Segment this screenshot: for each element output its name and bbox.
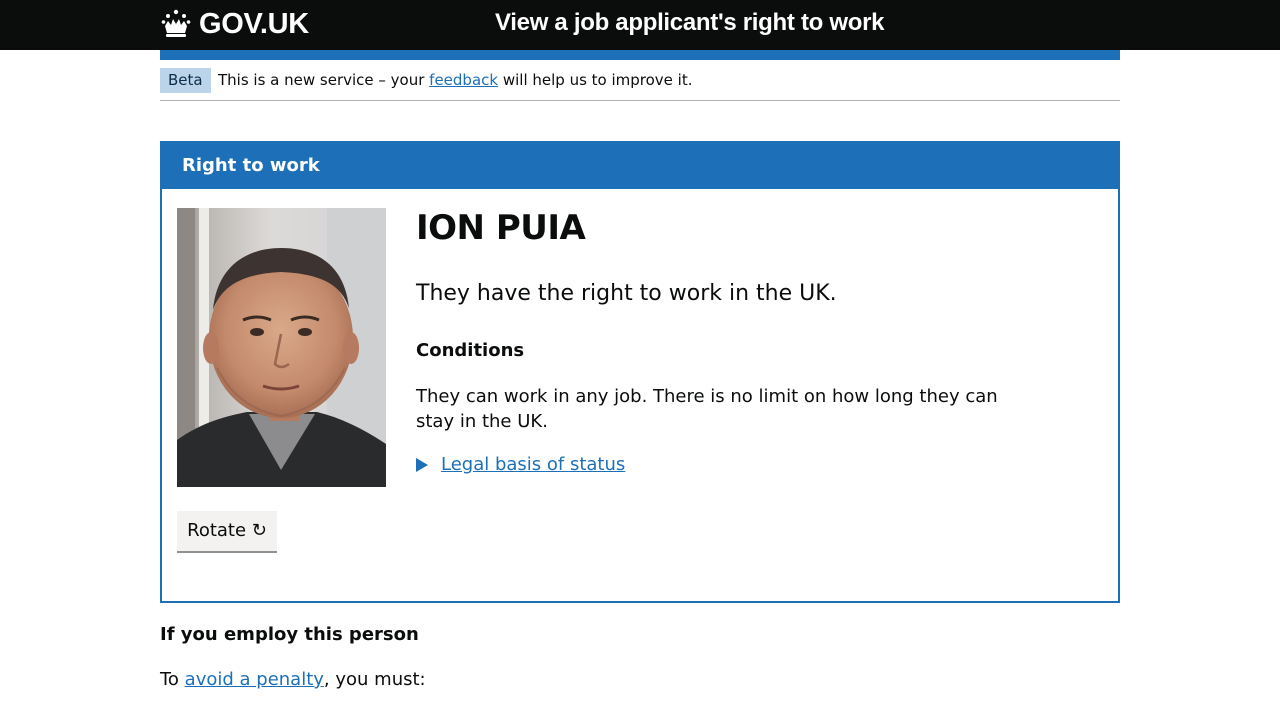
phase-text-before: This is a new service – your xyxy=(218,71,430,89)
applicant-photo xyxy=(177,208,386,487)
conditions-text: They can work in any job. There is no li… xyxy=(416,386,998,432)
feedback-link[interactable]: feedback xyxy=(429,71,498,89)
header-blue-strip xyxy=(160,50,1120,60)
crown-icon xyxy=(161,9,191,37)
beta-tag: Beta xyxy=(160,68,211,93)
penalty-text-after: , you must: xyxy=(323,669,426,690)
govuk-logo-link[interactable]: GOV.UK xyxy=(160,6,309,42)
legal-basis-details[interactable]: Legal basis of status xyxy=(416,454,625,475)
penalty-text-before: To xyxy=(160,669,185,690)
phase-banner-text: This is a new service – your feedback wi… xyxy=(218,70,693,90)
legal-basis-link[interactable]: Legal basis of status xyxy=(441,454,625,475)
avoid-penalty-link[interactable]: avoid a penalty xyxy=(185,669,324,690)
conditions-heading: Conditions xyxy=(416,340,525,361)
site-header: GOV.UK View a job applicant's right to w… xyxy=(0,0,1280,50)
govuk-logo-text: GOV.UK xyxy=(199,7,309,40)
right-to-work-status: They have the right to work in the UK. xyxy=(416,281,837,306)
penalty-text: To avoid a penalty, you must: xyxy=(160,669,426,690)
phase-banner: Beta This is a new service – your feedba… xyxy=(160,60,1120,101)
disclosure-triangle-icon xyxy=(416,457,428,472)
right-to-work-panel: Right to work Rotate ↻ ION PUIA They hav… xyxy=(160,141,1120,603)
applicant-photo-image xyxy=(177,208,386,487)
phase-text-after: will help us to improve it. xyxy=(498,71,693,89)
panel-title: Right to work xyxy=(162,143,1118,189)
rotate-button[interactable]: Rotate ↻ xyxy=(177,511,277,551)
service-name[interactable]: View a job applicant's right to work xyxy=(495,9,885,37)
employ-heading: If you employ this person xyxy=(160,624,419,645)
applicant-name: ION PUIA xyxy=(416,208,586,248)
